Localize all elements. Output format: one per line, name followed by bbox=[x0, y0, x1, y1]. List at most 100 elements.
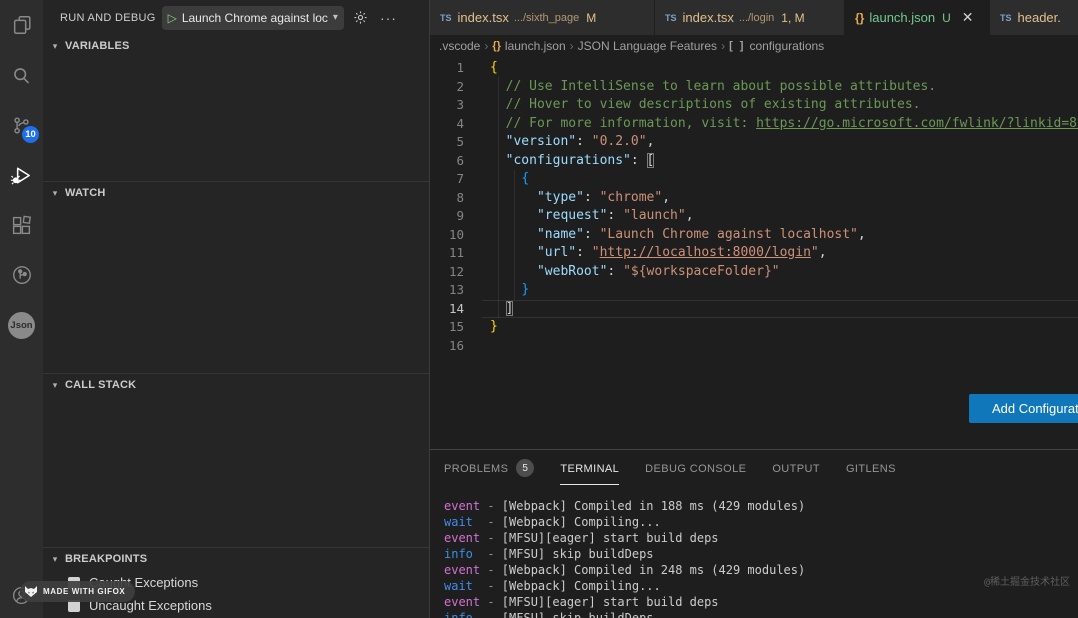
typescript-file-icon: TS bbox=[440, 13, 452, 23]
tab-index-tsx[interactable]: TSindex.tsx.../login1, M bbox=[655, 0, 845, 35]
panel-tab-gitlens[interactable]: GITLENS bbox=[846, 450, 896, 486]
activity-item-extensions[interactable] bbox=[0, 200, 43, 250]
bottom-panel: PROBLEMS5 TERMINAL DEBUG CONSOLE OUTPUT GITL… bbox=[430, 449, 1078, 618]
breadcrumb-item[interactable]: {}launch.json bbox=[492, 39, 565, 53]
close-icon[interactable]: ✕ bbox=[962, 9, 974, 26]
panel-tab-terminal[interactable]: TERMINAL bbox=[560, 450, 619, 486]
code-line: 3 // Hover to view descriptions of exist… bbox=[430, 96, 1078, 115]
panel-tab-bar: PROBLEMS5 TERMINAL DEBUG CONSOLE OUTPUT GITL… bbox=[430, 450, 1078, 486]
code-line: 13 } bbox=[430, 281, 1078, 300]
terminal-line: event - [Webpack] Compiled in 188 ms (42… bbox=[444, 498, 1078, 514]
line-number: 6 bbox=[430, 152, 464, 171]
code-line: 7 { bbox=[430, 170, 1078, 189]
gear-icon[interactable] bbox=[353, 10, 368, 25]
code-line: 1{ bbox=[430, 59, 1078, 78]
line-number: 16 bbox=[430, 337, 464, 356]
line-number: 4 bbox=[430, 115, 464, 134]
line-number: 9 bbox=[430, 207, 464, 226]
juejin-watermark: @稀土掘金技术社区 bbox=[984, 573, 1070, 588]
section-header-call-stack[interactable]: ▾CALL STACK bbox=[43, 374, 429, 394]
more-actions-icon[interactable]: ··· bbox=[380, 10, 397, 26]
chevron-down-icon: ▾ bbox=[49, 188, 61, 199]
tab-index-tsx[interactable]: TS index.tsx .../sixth_page M bbox=[430, 0, 655, 35]
activity-item-search[interactable] bbox=[0, 50, 43, 100]
panel-tab-problems[interactable]: PROBLEMS5 bbox=[444, 450, 534, 486]
code-line: 9 "request": "launch", bbox=[430, 207, 1078, 226]
json-icon: Json bbox=[8, 312, 35, 339]
indent-guide bbox=[498, 77, 499, 318]
indent-guide bbox=[514, 170, 515, 300]
typescript-file-icon: TS bbox=[1000, 13, 1012, 23]
terminal-line: event - [MFSU][eager] start build deps bbox=[444, 594, 1078, 610]
line-number: 12 bbox=[430, 263, 464, 282]
editor-group: TSindex.tsx.../sixth_pageMTSindex.tsx...… bbox=[430, 0, 1078, 618]
activity-item-source-control[interactable]: 10 bbox=[0, 100, 43, 150]
section-call-stack: ▾CALL STACK bbox=[43, 373, 429, 547]
chevron-down-icon: ▾ bbox=[333, 12, 338, 23]
section-header-watch[interactable]: ▾WATCH bbox=[43, 182, 429, 202]
line-number: 8 bbox=[430, 189, 464, 208]
git-graph-icon bbox=[11, 264, 33, 286]
code-line: 15} bbox=[430, 318, 1078, 337]
section-header-breakpoints[interactable]: ▾BREAKPOINTS bbox=[43, 548, 429, 568]
breadcrumb: .vscode › {}launch.json ›JSON Language Feat… bbox=[430, 35, 1078, 57]
search-icon bbox=[11, 65, 32, 86]
line-number: 10 bbox=[430, 226, 464, 245]
terminal-line: wait - [Webpack] Compiling... bbox=[444, 514, 1078, 530]
section-header-variables[interactable]: ▾VARIABLES bbox=[43, 35, 429, 55]
code-line: 12 "webRoot": "${workspaceFolder}" bbox=[430, 263, 1078, 282]
line-number: 11 bbox=[430, 244, 464, 263]
activity-item-explorer[interactable] bbox=[0, 0, 43, 50]
line-number: 3 bbox=[430, 96, 464, 115]
tab-label: index.tsx bbox=[458, 10, 509, 25]
terminal-line: wait - [Webpack] Compiling... bbox=[444, 578, 1078, 594]
code-line: 6 "configurations": [ bbox=[430, 152, 1078, 171]
editor-tab-bar: TSindex.tsx.../sixth_pageMTSindex.tsx...… bbox=[430, 0, 1078, 35]
line-number: 1 bbox=[430, 59, 464, 78]
gifox-watermark: MADE WITH GIFOX bbox=[20, 581, 135, 602]
code-line: 11 "url": "http://localhost:8000/login", bbox=[430, 244, 1078, 263]
chevron-down-icon: ▾ bbox=[49, 554, 61, 565]
line-number: 5 bbox=[430, 133, 464, 152]
tab-launch-json[interactable]: {} launch.json U ✕ bbox=[845, 0, 990, 35]
code-line: 16 bbox=[430, 337, 1078, 356]
line-number: 15 bbox=[430, 318, 464, 337]
run-and-debug-sidebar: RUN AND DEBUG ▷ Launch Chrome against lo… bbox=[43, 0, 430, 618]
json-file-icon: {} bbox=[855, 11, 864, 25]
breadcrumb-separator: › bbox=[720, 39, 726, 53]
code-line: 5 "version": "0.2.0", bbox=[430, 133, 1078, 152]
tab-label: launch.json bbox=[869, 10, 935, 25]
activity-item-git-graph[interactable] bbox=[0, 250, 43, 300]
brackets-icon: [ ] bbox=[729, 40, 745, 52]
breadcrumb-item[interactable]: .vscode bbox=[439, 39, 480, 53]
sidebar-title: RUN AND DEBUG bbox=[60, 12, 156, 24]
terminal-line: info - [MFSU] skip buildDeps bbox=[444, 546, 1078, 562]
terminal-line: event - [MFSU][eager] start build deps bbox=[444, 530, 1078, 546]
debug-config-dropdown[interactable]: ▷ Launch Chrome against loc ▾ bbox=[162, 6, 344, 30]
code-line: 8 "type": "chrome", bbox=[430, 189, 1078, 208]
tab-label: index.tsx bbox=[683, 10, 734, 25]
panel-tab-debug-console[interactable]: DEBUG CONSOLE bbox=[645, 450, 746, 486]
activity-item-run-and-debug[interactable] bbox=[0, 150, 43, 200]
typescript-file-icon: TS bbox=[665, 13, 677, 23]
debug-config-name: Launch Chrome against loc bbox=[182, 11, 328, 25]
panel-tab-output[interactable]: OUTPUT bbox=[772, 450, 820, 486]
breadcrumb-item[interactable]: JSON Language Features bbox=[578, 39, 717, 53]
breadcrumb-item[interactable]: [ ]configurations bbox=[729, 39, 824, 53]
run-debug-icon bbox=[10, 164, 33, 187]
code-line: 14 ] bbox=[430, 300, 1078, 319]
gifox-watermark-text: MADE WITH GIFOX bbox=[43, 587, 125, 596]
code-editor[interactable]: 1{2 // Use IntelliSense to learn about p… bbox=[430, 57, 1078, 449]
chevron-down-icon: ▾ bbox=[49, 380, 61, 391]
tab-header[interactable]: TSheader. bbox=[990, 0, 1078, 35]
tab-description: .../sixth_page bbox=[514, 12, 579, 24]
extensions-icon bbox=[11, 215, 32, 236]
fox-logo-icon bbox=[24, 585, 38, 598]
play-icon[interactable]: ▷ bbox=[168, 12, 177, 24]
activity-item-json[interactable]: Json bbox=[0, 300, 43, 350]
breadcrumb-separator: › bbox=[569, 39, 575, 53]
tab-git-badge: M bbox=[586, 11, 596, 25]
tab-git-badge: U bbox=[942, 11, 951, 25]
terminal-output[interactable]: event - [Webpack] Compiled in 188 ms (42… bbox=[430, 486, 1078, 618]
add-configuration-button[interactable]: Add Configuration bbox=[969, 394, 1078, 423]
